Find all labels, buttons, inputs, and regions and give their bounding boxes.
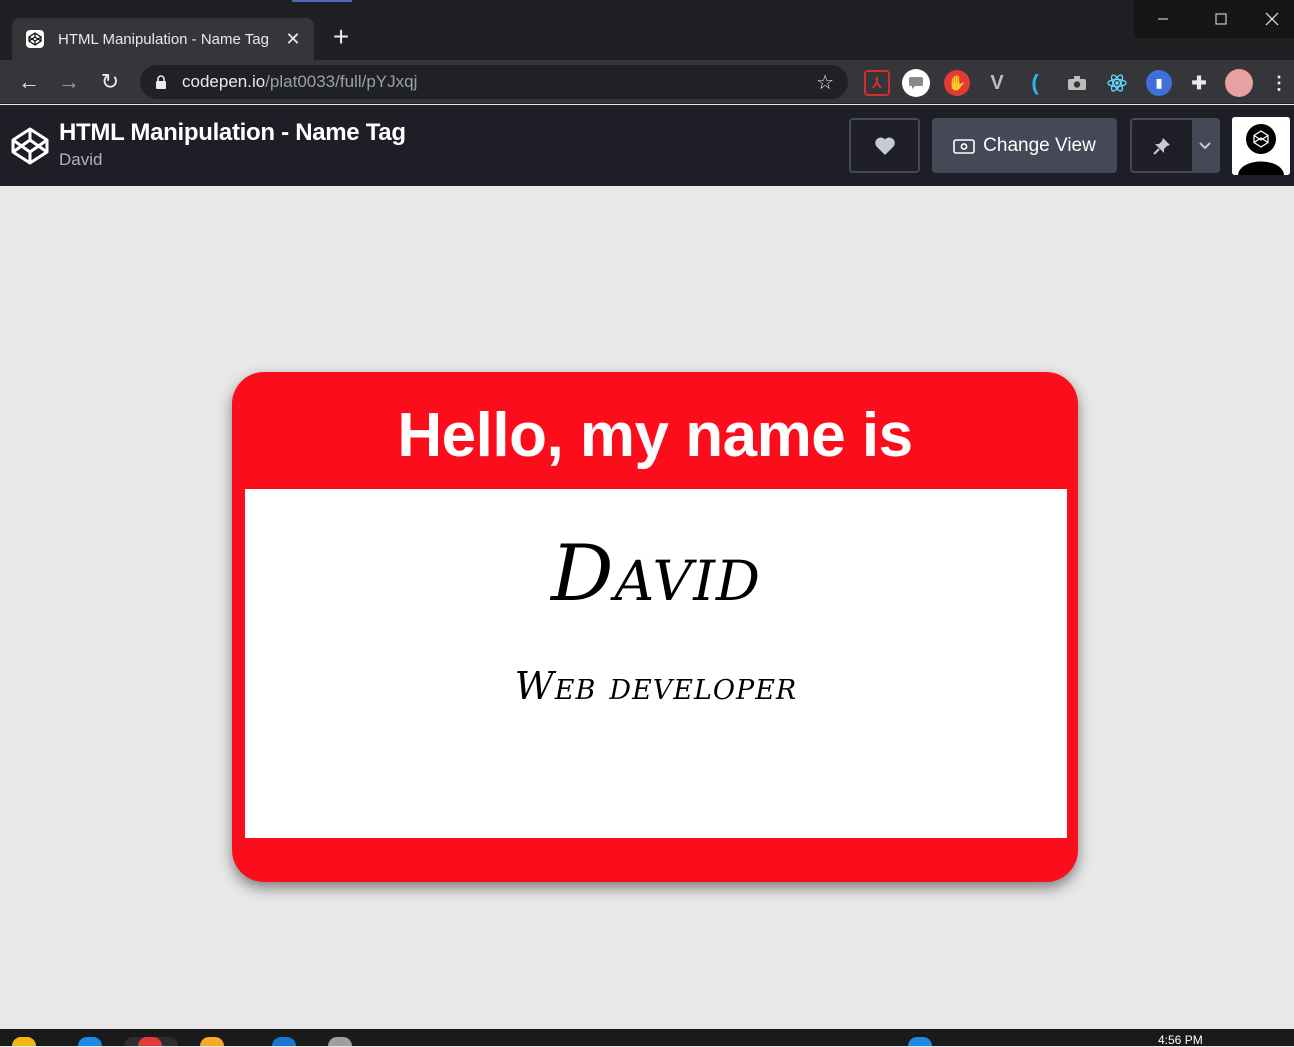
edge-icon[interactable] (78, 1037, 102, 1046)
c-icon[interactable]: ( (1022, 70, 1048, 96)
chrome-icon (138, 1037, 162, 1046)
like-button[interactable] (849, 118, 920, 173)
change-view-label: Change View (983, 134, 1096, 156)
notepad-icon[interactable] (328, 1037, 352, 1046)
name-tag-greeting: Hello, my name is (397, 401, 913, 470)
browser-toolbar: ← → ↻ codepen.io/plat0033/full/pYJxqj ☆ … (0, 60, 1294, 104)
tab-title: HTML Manipulation - Name Tag (58, 30, 269, 48)
puzzle-icon[interactable]: ✚ (1186, 70, 1212, 96)
url-path: /plat0033/full/pYJxqj (265, 72, 418, 91)
forward-button[interactable]: → (55, 68, 83, 96)
vscode-icon[interactable] (272, 1037, 296, 1046)
camera-icon[interactable] (1064, 70, 1090, 96)
new-tab-button[interactable]: + (323, 22, 359, 54)
pin-dropdown-button[interactable] (1192, 120, 1218, 171)
tab-close-icon[interactable]: ✕ (282, 29, 304, 50)
codepen-favicon-icon (24, 28, 46, 50)
react-icon[interactable] (1104, 70, 1130, 96)
profile-icon[interactable] (1225, 69, 1253, 97)
user-avatar[interactable] (1232, 117, 1290, 175)
tab-indicator (292, 0, 352, 2)
pin-icon (1153, 137, 1170, 155)
heart-icon (874, 136, 895, 155)
app-icon[interactable] (200, 1037, 224, 1046)
file-explorer-icon[interactable] (12, 1037, 36, 1046)
lock-icon (156, 75, 166, 89)
doc-icon[interactable]: ▮ (1146, 70, 1172, 96)
change-view-button[interactable]: Change View (932, 118, 1117, 173)
chat-icon[interactable] (902, 69, 930, 97)
vue-icon[interactable]: V (984, 70, 1010, 96)
browser-tab[interactable]: HTML Manipulation - Name Tag ✕ (12, 18, 314, 60)
menu-dots-icon[interactable]: ⋮ (1266, 70, 1292, 96)
name-tag-name: David (550, 529, 762, 619)
pin-button[interactable] (1132, 120, 1192, 171)
name-tag-body: David Web developer (245, 489, 1067, 838)
back-button[interactable]: ← (15, 68, 43, 96)
codepen-header: HTML Manipulation - Name Tag David Chang… (0, 105, 1294, 186)
tray-icon[interactable] (908, 1037, 932, 1046)
codepen-logo-icon[interactable] (10, 126, 50, 166)
pin-group (1130, 118, 1220, 173)
taskbar-clock[interactable]: 4:56 PM (1158, 1033, 1203, 1047)
eye-icon (953, 138, 975, 154)
window-close-button[interactable] (1250, 0, 1294, 38)
stop-hand-icon[interactable]: ✋ (944, 70, 970, 96)
address-bar[interactable]: codepen.io/plat0033/full/pYJxqj ☆ (140, 65, 848, 99)
chevron-down-icon (1199, 141, 1211, 149)
url-host: codepen.io (182, 72, 266, 91)
pen-preview: Hello, my name is David Web developer (1, 186, 1294, 1029)
reload-button[interactable]: ↻ (96, 68, 124, 96)
bookmark-star-icon[interactable]: ☆ (816, 70, 834, 95)
pdf-icon[interactable]: ⅄ (864, 70, 890, 96)
name-tag-role: Web developer (514, 664, 798, 708)
pen-author[interactable]: David (59, 150, 102, 170)
browser-tab-strip: HTML Manipulation - Name Tag ✕ + (0, 0, 1294, 60)
os-taskbar: 4:56 PM (0, 1029, 1294, 1047)
url-text: codepen.io/plat0033/full/pYJxqj (182, 72, 417, 92)
name-tag: Hello, my name is David Web developer (232, 372, 1078, 882)
minimize-button[interactable] (1134, 0, 1192, 38)
pen-title: HTML Manipulation - Name Tag (59, 119, 406, 146)
maximize-button[interactable] (1192, 0, 1250, 38)
